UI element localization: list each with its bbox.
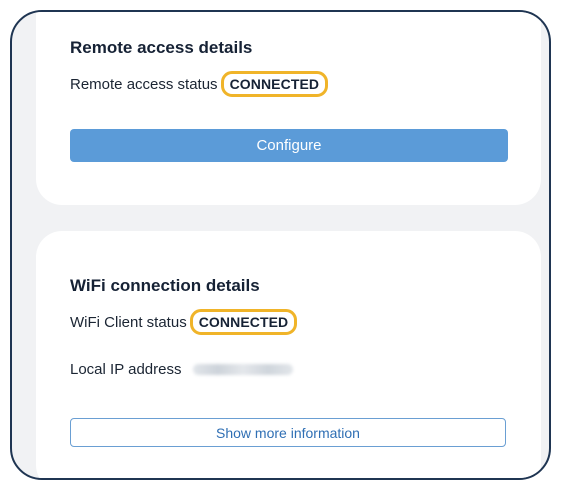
remote-access-status-row: Remote access status CONNECTED: [70, 71, 329, 97]
wifi-status-badge: CONNECTED: [189, 309, 298, 335]
show-more-information-button[interactable]: Show more information: [70, 418, 506, 447]
wifi-card: WiFi connection details WiFi Client stat…: [36, 231, 541, 478]
wifi-status-label: WiFi Client status: [70, 313, 187, 331]
wifi-title: WiFi connection details: [70, 276, 260, 295]
local-ip-value-redacted: [193, 364, 294, 375]
configure-button[interactable]: Configure: [70, 129, 508, 162]
device-frame: Remote access details Remote access stat…: [10, 10, 551, 480]
local-ip-row: Local IP address: [70, 361, 294, 378]
local-ip-label: Local IP address: [70, 361, 182, 378]
remote-access-card: Remote access details Remote access stat…: [36, 12, 541, 205]
wifi-status-row: WiFi Client status CONNECTED: [70, 309, 298, 335]
remote-access-status-badge: CONNECTED: [220, 71, 329, 97]
remote-access-status-label: Remote access status: [70, 75, 218, 93]
remote-access-title: Remote access details: [70, 38, 253, 57]
